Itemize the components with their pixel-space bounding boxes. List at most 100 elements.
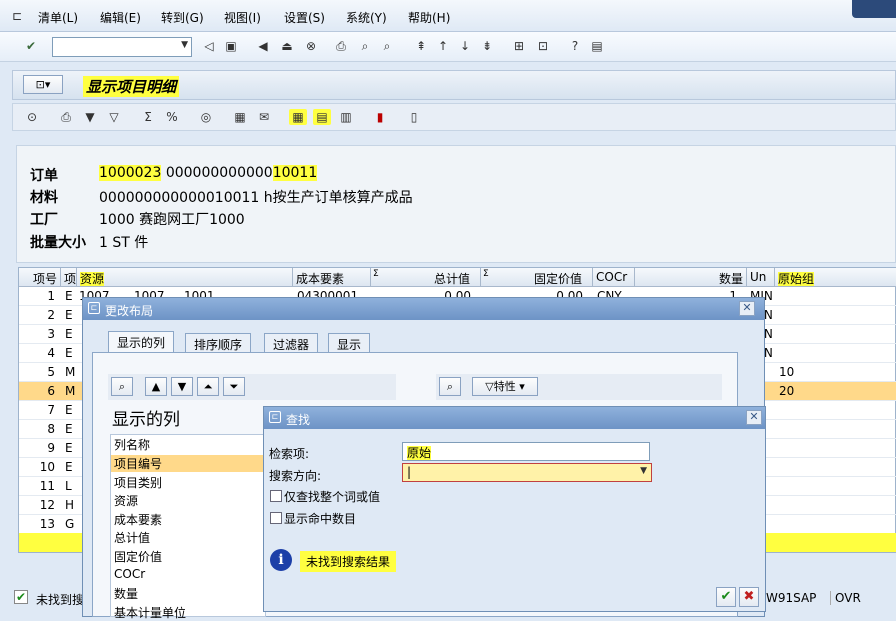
list-item[interactable]: 资源 [114, 492, 138, 509]
search-term-label: 检索项: [269, 447, 310, 461]
table-cell: 8 [47, 422, 55, 436]
menu-system[interactable]: 系统(Y) [346, 9, 387, 26]
move-up-icon[interactable]: ▲ [145, 377, 167, 396]
export-icon[interactable]: ▦ [231, 109, 249, 125]
col-header-origin-group[interactable]: 原始组 [775, 268, 896, 287]
order-header: 订单 1000023 00000000000010011 材料 00000000… [16, 145, 896, 263]
col-header-quantity[interactable]: 数量 [635, 268, 747, 287]
menu-icon[interactable]: ⊏ [8, 8, 26, 24]
table-cell: E [65, 422, 73, 436]
help-icon[interactable]: ? [566, 38, 584, 54]
material-value: 000000000000010011 h按生产订单核算产成品 [99, 190, 413, 206]
move-down-icon[interactable]: ▼ [171, 377, 193, 396]
graph-icon[interactable]: ◎ [197, 109, 215, 125]
table-cell: 1 [47, 289, 55, 303]
filter-icon[interactable]: ▼ [81, 109, 99, 125]
find-next-icon[interactable]: ⌕ [378, 38, 396, 54]
status-message[interactable]: 未找到搜 [36, 591, 84, 608]
displayed-columns-list[interactable]: 列名称 项目编号 项目类别 资源 成本要素 总计值 固定价值 COCr 数量 基本计量单位 [110, 434, 266, 620]
next-page-icon[interactable]: ↓ [456, 38, 474, 54]
col-header-cocr[interactable]: COCr [593, 268, 635, 287]
menu-help[interactable]: 帮助(H) [408, 9, 450, 26]
filter-set-icon[interactable]: ▽ [105, 109, 123, 125]
funnel-icon: ▽ [485, 380, 494, 393]
menu-list[interactable]: 清单(L) [38, 9, 78, 26]
details-icon[interactable]: ⊙ [23, 109, 41, 125]
col-header-resource[interactable]: 资源 [77, 268, 293, 287]
direction-select[interactable]: | ▼ [402, 463, 652, 482]
save-layout-icon[interactable]: ▥ [337, 109, 355, 125]
col-header-item-no[interactable]: 项号 [19, 268, 61, 287]
change-layout-icon[interactable]: ▤ [313, 109, 331, 125]
table-cell: E [65, 346, 73, 360]
command-field[interactable]: ▼ [52, 37, 192, 57]
mail-icon[interactable]: ✉ [255, 109, 273, 125]
col-header-fixed-label: 固定价值 [533, 272, 582, 286]
sum-marker: Σ [373, 269, 379, 279]
info-table-icon[interactable]: ▯ [405, 109, 423, 125]
confirm-check-icon[interactable]: ✔ [716, 587, 736, 607]
list-item[interactable]: 固定价值 [114, 548, 162, 565]
last-page-icon[interactable]: ⇟ [478, 38, 496, 54]
find-icon[interactable]: ⌕ [356, 38, 374, 54]
table-cell: 7 [47, 403, 55, 417]
exit-icon[interactable]: ⏏ [278, 38, 296, 54]
col-header-total[interactable]: Σ 总计值 [371, 268, 481, 287]
subtotal-icon[interactable]: % [163, 109, 181, 125]
layout-icon[interactable]: ▤ [588, 38, 606, 54]
attribute-button[interactable]: ▽特性 ▾ [472, 377, 538, 396]
abc-analysis-icon[interactable]: ▮ [371, 109, 389, 125]
list-item[interactable]: 数量 [114, 585, 138, 602]
search-term-input[interactable]: 原始 [402, 442, 650, 461]
tab-filter[interactable]: 过滤器 [264, 333, 319, 353]
col-header-cost-element[interactable]: 成本要素 [293, 268, 371, 287]
status-system: W91SAP [766, 591, 817, 605]
col-header-category[interactable]: 项 [61, 268, 77, 287]
list-item[interactable]: 项目编号 [111, 455, 265, 472]
order-number: 1000023 [99, 165, 162, 181]
col-header-origin-group-label: 原始组 [778, 272, 815, 286]
tab-sort-order[interactable]: 排序顺序 [185, 333, 252, 353]
cancel-icon[interactable]: ⊗ [302, 38, 320, 54]
close-icon[interactable]: ✕ [739, 301, 755, 316]
print-icon[interactable]: ⎙ [332, 38, 350, 54]
whole-word-checkbox[interactable] [270, 490, 282, 502]
cancel-x-icon[interactable]: ✖ [739, 587, 759, 607]
save-icon[interactable]: ▣ [222, 38, 240, 54]
col-header-total-label: 总计值 [433, 272, 470, 286]
enter-icon[interactable]: ✔ [22, 38, 40, 54]
list-item[interactable]: 成本要素 [114, 511, 162, 528]
sum-icon[interactable]: Σ [139, 109, 157, 125]
window-controls[interactable] [852, 0, 896, 18]
close-icon[interactable]: ✕ [746, 410, 762, 425]
move-bottom-icon[interactable]: ⏷ [223, 377, 245, 396]
list-item[interactable]: 基本计量单位 [114, 604, 186, 621]
new-session-icon[interactable]: ⊞ [510, 38, 528, 54]
list-item[interactable]: 项目类别 [114, 474, 162, 491]
print-icon[interactable]: ⎙ [57, 109, 75, 125]
list-item[interactable]: 总计值 [114, 529, 150, 546]
show-hits-checkbox[interactable] [270, 512, 282, 524]
shortcut-icon[interactable]: ⊡ [534, 38, 552, 54]
list-item[interactable]: COCr [114, 567, 145, 581]
col-header-fixed[interactable]: Σ 固定价值 [481, 268, 593, 287]
menu-view[interactable]: 视图(I) [224, 9, 261, 26]
tab-display[interactable]: 显示 [328, 333, 371, 353]
first-page-icon[interactable]: ⇞ [412, 38, 430, 54]
find-icon[interactable]: ⌕ [111, 377, 133, 396]
menu-goto[interactable]: 转到(G) [161, 9, 204, 26]
context-menu-button[interactable]: ⊡▾ [23, 75, 63, 94]
tab-displayed-columns[interactable]: 显示的列 [108, 331, 175, 353]
find-icon[interactable]: ⌕ [439, 377, 461, 396]
menu-edit[interactable]: 编辑(E) [100, 9, 141, 26]
menu-settings[interactable]: 设置(S) [284, 9, 325, 26]
prev-page-icon[interactable]: ↑ [434, 38, 452, 54]
table-cell: 11 [39, 479, 55, 493]
layout-grid-icon[interactable]: ▦ [289, 109, 307, 125]
table-cell: H [65, 498, 75, 512]
move-top-icon[interactable]: ⏶ [197, 377, 219, 396]
status-mode: OVR [830, 591, 861, 605]
col-header-unit[interactable]: Un [747, 268, 775, 287]
triangle-left-icon[interactable]: ◁ [200, 38, 218, 54]
back-icon[interactable]: ◀ [254, 38, 272, 54]
